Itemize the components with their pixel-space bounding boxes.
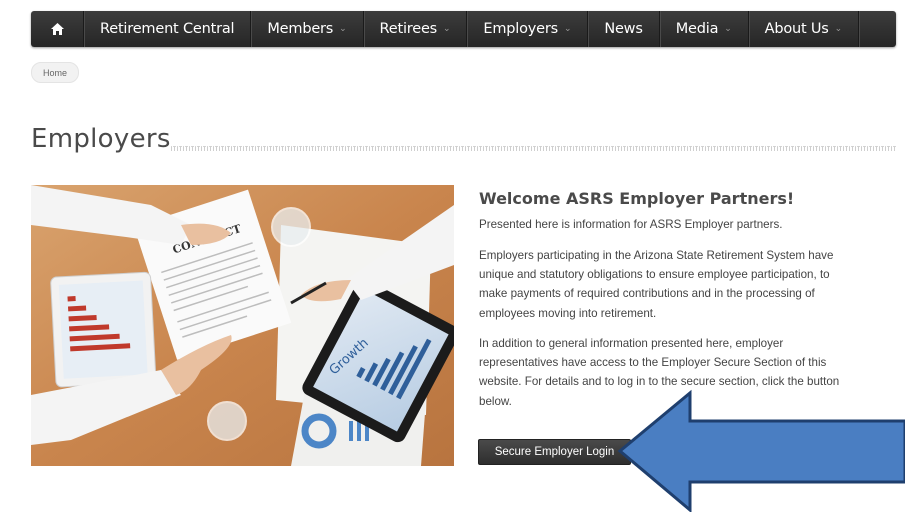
arrow-annotation-icon — [617, 389, 905, 512]
